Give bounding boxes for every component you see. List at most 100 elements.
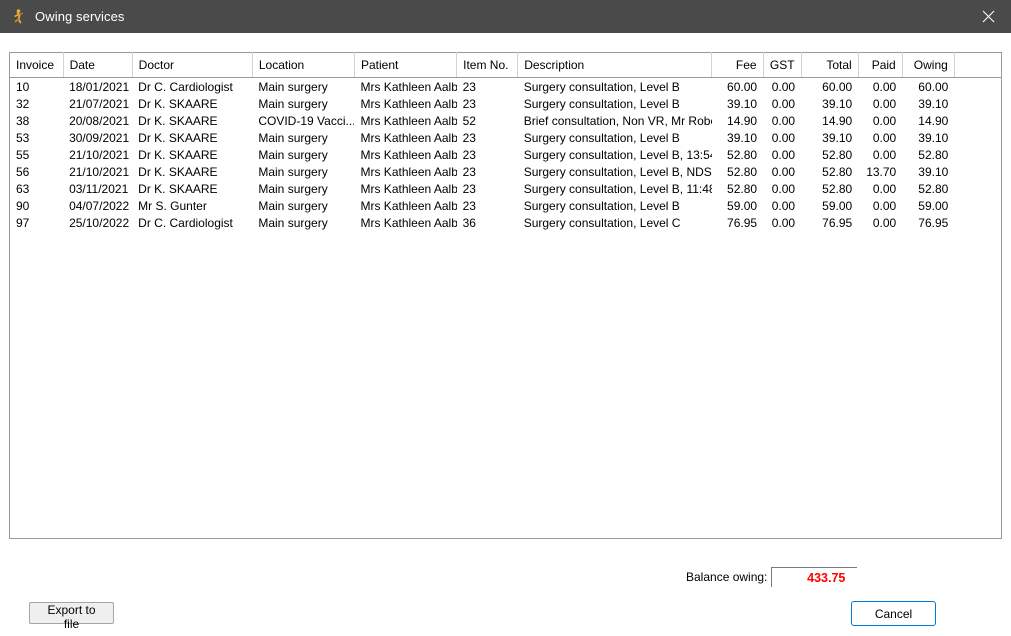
cell-location: Main surgery	[258, 215, 328, 230]
cell-fee: 52.80	[727, 164, 758, 179]
cell-owing: 60.00	[918, 79, 949, 94]
cell-invoice: 63	[16, 181, 30, 196]
cell-paid: 0.00	[872, 181, 897, 196]
table-row[interactable]: 97 25/10/2022 Dr C. Cardiologist Main surge…	[10, 214, 1001, 231]
cell-location: Main surgery	[258, 181, 328, 196]
cell-doctor: Dr C. Cardiologist	[138, 79, 233, 94]
cell-date: 21/07/2021	[69, 96, 130, 111]
cell-owing: 14.90	[918, 113, 949, 128]
table-row[interactable]: 10 18/01/2021 Dr C. Cardiologist Main surge…	[10, 78, 1001, 96]
cell-patient: Mrs Kathleen Aalbr...	[360, 147, 457, 162]
cell-gst: 0.00	[771, 96, 796, 111]
table-row[interactable]: 63 03/11/2021 Dr K. SKAARE Main surgery Mrs …	[10, 180, 1001, 197]
cell-total: 52.80	[822, 164, 853, 179]
cell-gst: 0.00	[771, 130, 796, 145]
table-row[interactable]: 56 21/10/2021 Dr K. SKAARE Main surgery Mrs …	[10, 163, 1001, 180]
table-row[interactable]: 90 04/07/2022 Mr S. Gunter Main surgery Mrs …	[10, 197, 1001, 214]
cell-total: 52.80	[822, 147, 853, 162]
cell-item_no: 23	[462, 96, 476, 111]
cell-fee: 76.95	[727, 215, 758, 230]
cell-description: Surgery consultation, Level C	[523, 215, 681, 230]
column-header-filler	[954, 52, 1001, 78]
cell-fee: 59.00	[727, 198, 758, 213]
cell-invoice: 90	[16, 198, 30, 213]
cell-owing: 59.00	[918, 198, 949, 213]
cell-total: 60.00	[822, 79, 853, 94]
column-header-item-no[interactable]: Item No.	[456, 52, 519, 78]
cell-patient: Mrs Kathleen Aalbr...	[360, 130, 457, 145]
dialog-content: Invoice Date Doctor Location Patient Ite…	[0, 33, 1011, 631]
cell-description: Surgery consultation, Level B	[523, 130, 680, 145]
cell-item_no: 23	[462, 130, 476, 145]
cell-date: 30/09/2021	[69, 130, 130, 145]
cell-invoice: 56	[16, 164, 30, 179]
cell-description: Surgery consultation, Level B, 13:54	[523, 147, 712, 162]
cell-location: Main surgery	[258, 96, 328, 111]
owing-services-window: Owing services Invoice Date Doctor Locat…	[0, 0, 1011, 631]
close-icon[interactable]	[965, 0, 1011, 33]
cell-paid: 0.00	[872, 113, 897, 128]
cell-item_no: 23	[462, 198, 476, 213]
column-header-gst[interactable]: GST	[763, 52, 802, 78]
cell-doctor: Dr C. Cardiologist	[138, 215, 233, 230]
column-header-invoice[interactable]: Invoice	[10, 52, 64, 78]
cell-patient: Mrs Kathleen Aalbr...	[360, 215, 457, 230]
cell-location: COVID-19 Vacci...	[258, 113, 355, 128]
cell-total: 14.90	[822, 113, 853, 128]
cell-filler	[954, 95, 1001, 112]
table-body: 10 18/01/2021 Dr C. Cardiologist Main surge…	[10, 78, 1001, 232]
column-header-paid[interactable]: Paid	[858, 52, 903, 78]
cell-item_no: 23	[462, 181, 476, 196]
cell-location: Main surgery	[258, 130, 328, 145]
cell-item_no: 52	[462, 113, 476, 128]
cell-doctor: Dr K. SKAARE	[138, 130, 218, 145]
table-row[interactable]: 32 21/07/2021 Dr K. SKAARE Main surgery Mrs …	[10, 95, 1001, 112]
cell-total: 76.95	[822, 215, 853, 230]
cell-patient: Mrs Kathleen Aalbr...	[360, 96, 457, 111]
cell-invoice: 10	[16, 79, 30, 94]
column-header-date[interactable]: Date	[63, 52, 133, 78]
cell-fee: 52.80	[727, 181, 758, 196]
cell-location: Main surgery	[258, 79, 328, 94]
column-header-owing[interactable]: Owing	[902, 52, 955, 78]
cell-paid: 0.00	[872, 147, 897, 162]
export-to-file-button[interactable]: Export to file	[29, 602, 114, 631]
cell-fee: 52.80	[727, 147, 758, 162]
cell-doctor: Dr K. SKAARE	[138, 181, 218, 196]
column-header-patient[interactable]: Patient	[354, 52, 458, 78]
column-header-location[interactable]: Location	[252, 52, 355, 78]
cell-paid: 0.00	[872, 198, 897, 213]
column-header-doctor[interactable]: Doctor	[132, 52, 253, 78]
cell-location: Main surgery	[258, 198, 328, 213]
cell-gst: 0.00	[771, 164, 796, 179]
cell-description: Surgery consultation, Level B, NDS, 1...	[523, 164, 712, 179]
table-row[interactable]: 38 20/08/2021 Dr K. SKAARE COVID-19 Vacci..…	[10, 112, 1001, 129]
cell-date: 04/07/2022	[69, 198, 130, 213]
cell-doctor: Mr S. Gunter	[138, 198, 207, 213]
cell-fee: 39.10	[727, 130, 758, 145]
cell-patient: Mrs Kathleen Aalbr...	[360, 164, 457, 179]
column-header-total[interactable]: Total	[801, 52, 859, 78]
table-row[interactable]: 53 30/09/2021 Dr K. SKAARE Main surgery Mrs …	[10, 129, 1001, 146]
cell-total: 39.10	[822, 96, 853, 111]
column-header-description[interactable]: Description	[517, 52, 713, 78]
cell-gst: 0.00	[771, 113, 796, 128]
cell-total: 59.00	[822, 198, 853, 213]
table-row[interactable]: 55 21/10/2021 Dr K. SKAARE Main surgery Mrs …	[10, 146, 1001, 163]
cell-doctor: Dr K. SKAARE	[138, 96, 218, 111]
cell-doctor: Dr K. SKAARE	[138, 147, 218, 162]
cell-paid: 13.70	[866, 164, 897, 179]
cell-description: Surgery consultation, Level B	[523, 96, 680, 111]
cell-location: Main surgery	[258, 147, 328, 162]
cell-owing: 39.10	[918, 96, 949, 111]
owing-services-grid[interactable]: Invoice Date Doctor Location Patient Ite…	[9, 52, 1002, 539]
cell-filler	[954, 180, 1001, 197]
cell-description: Brief consultation, Non VR, Mr Robert...	[523, 113, 712, 128]
balance-owing-field: 433.75	[771, 567, 858, 587]
cell-patient: Mrs Kathleen Aalbr...	[360, 198, 457, 213]
cell-paid: 0.00	[872, 130, 897, 145]
cell-description: Surgery consultation, Level B	[523, 198, 680, 213]
column-header-fee[interactable]: Fee	[711, 52, 764, 78]
cell-owing: 52.80	[918, 147, 949, 162]
cell-patient: Mrs Kathleen Aalbr...	[360, 181, 457, 196]
